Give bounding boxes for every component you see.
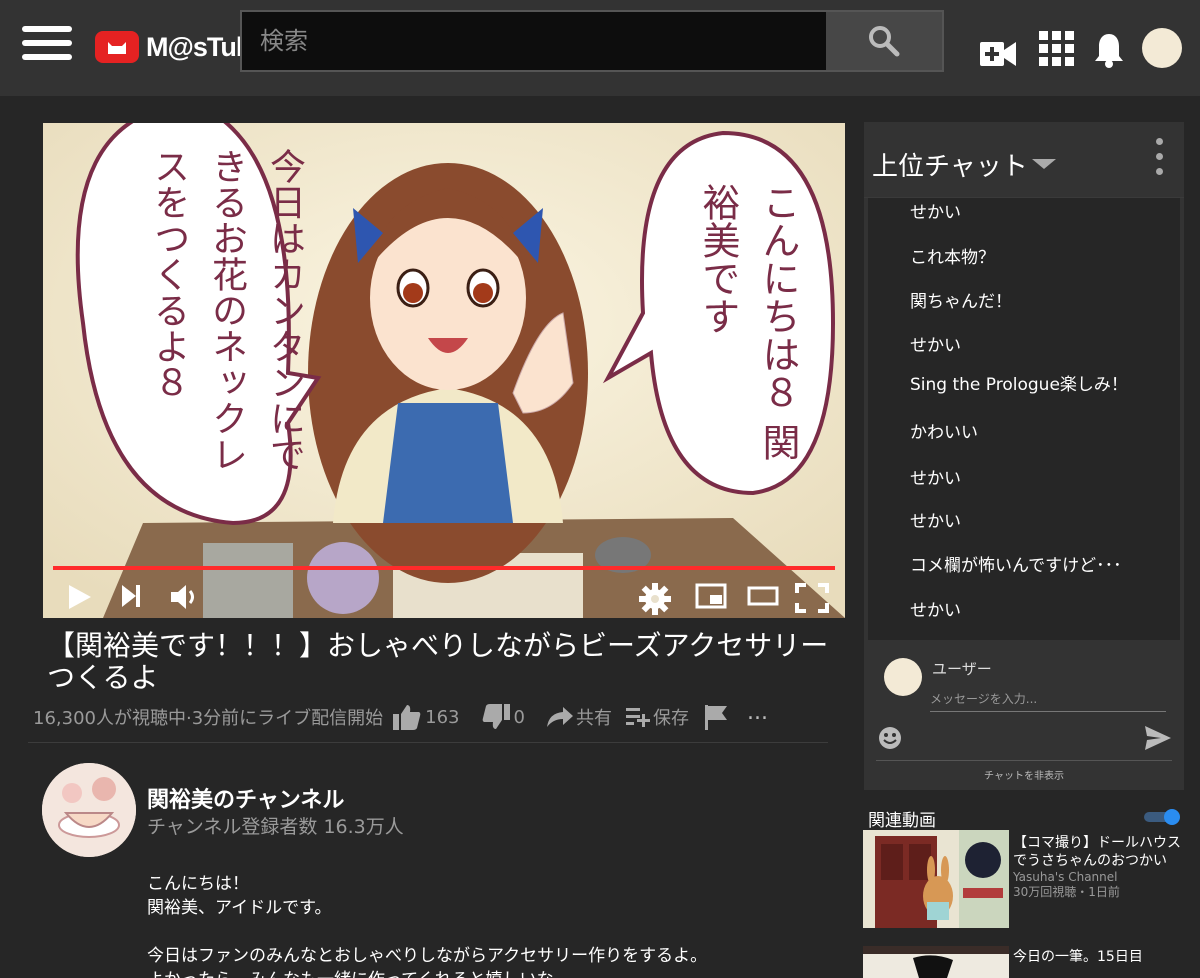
thumbs-up-icon [393,705,421,730]
channel-name[interactable]: 関裕美のチャンネル [147,782,344,814]
related-video-title: 今日の一筆。15日目 [1013,949,1143,965]
hide-chat-button[interactable]: チャットを非表示 [876,760,1172,782]
related-video-title: 【コマ撮り】ドールハウスでうさちゃんのおつかい [1013,835,1181,869]
video-progress-bar[interactable] [53,566,835,570]
more-actions-icon[interactable]: ... [747,700,768,725]
next-icon[interactable] [120,583,142,609]
chat-message: せかい [910,336,961,356]
search-icon [869,26,900,57]
share-arrow-icon [546,707,573,727]
volume-icon[interactable] [169,583,199,611]
more-vert-icon[interactable] [1156,138,1164,183]
like-count: 163 [425,706,460,728]
divider [28,742,828,743]
playlist-add-icon [625,708,650,727]
search-input[interactable] [242,12,826,70]
dislike-button[interactable]: 0 [482,704,525,730]
video-meta-row: 16,300人が視聴中·3分前にライブ配信開始 163 0 共有 保存 ... [33,700,833,732]
chat-title[interactable]: 上位チャット [872,146,1028,183]
theater-mode-icon[interactable] [747,583,779,609]
chat-message: せかい [910,469,961,489]
account-avatar[interactable] [1142,28,1182,68]
related-video-channel: Yasuha's Channel [1013,870,1118,884]
apps-grid-icon[interactable] [1039,31,1075,67]
subscriber-count: チャンネル登録者数 16.3万人 [147,816,404,838]
chat-message: これ本物？ [910,248,995,268]
share-button[interactable]: 共有 [546,704,612,730]
settings-gear-icon[interactable] [639,583,671,615]
search-button[interactable] [826,12,942,70]
chevron-down-icon[interactable] [1032,159,1056,169]
chat-message: 関ちゃんだ！ [910,292,1012,312]
video-thumbnail [863,830,1009,928]
create-video-icon[interactable] [980,38,1016,70]
logo-cat-icon [95,31,139,63]
video-thumbnail [863,946,1009,978]
video-title: 【関裕美です！！！】おしゃべりしながらビーズアクセサリーつくるよ [47,629,829,694]
chat-composer: ユーザー チャットを非表示 [864,640,1184,790]
chat-message: せかい [910,601,961,621]
description-line: 関裕美、アイドルです。 [147,898,332,918]
chat-message: かわいい [910,423,978,443]
like-button[interactable]: 163 [393,704,460,730]
related-video-item[interactable]: 今日の一筆。15日目 [863,946,1193,978]
description-line: 今日はファンのみんなとおしゃべりしながらアクセサリー作りをするよ。 [147,946,708,966]
speech-bubble-right-text: こんにちは８ 関裕美です [696,183,800,462]
save-button[interactable]: 保存 [625,704,689,730]
report-flag-icon[interactable] [703,704,729,730]
top-bar: M@sTube [0,0,1200,96]
chat-message-list[interactable]: せかい これ本物？ 関ちゃんだ！ せかい Sing the Prologue楽し… [868,198,1180,640]
save-label: 保存 [652,708,689,729]
chat-user-avatar [884,658,922,696]
autoplay-toggle[interactable] [1144,809,1180,825]
search-bar [240,10,944,72]
chat-header: 上位チャット [864,122,1184,198]
emoji-icon[interactable] [878,726,902,750]
thumbs-down-icon [482,704,510,729]
notifications-bell-icon[interactable] [1094,32,1124,68]
menu-icon[interactable] [22,26,72,64]
send-icon[interactable] [1145,726,1171,750]
chat-message: コメ欄が怖いんですけど･･･ [910,556,1122,576]
miniplayer-icon[interactable] [695,583,727,609]
chat-message: Sing the Prologue楽しみ！ [910,375,1128,395]
channel-avatar[interactable] [42,763,136,857]
chat-message: せかい [910,203,961,223]
chat-user-name: ユーザー [932,660,992,678]
speech-bubble-left-text: 今日はカンタンにできるお花のネックレスをつくるよ８ [148,148,305,472]
play-icon[interactable] [67,583,93,611]
description-line: こんにちは！ [147,874,249,894]
related-video-stats: 30万回視聴・1日前 [1013,885,1120,899]
view-count: 16,300人が視聴中·3分前にライブ配信開始 [33,708,384,729]
fullscreen-icon[interactable] [795,583,829,613]
chat-message: せかい [910,512,961,532]
dislike-count: 0 [513,706,525,728]
video-description: こんにちは！ 関裕美、アイドルです。 今日はファンのみんなとおしゃべりしながらア… [147,872,807,978]
share-label: 共有 [575,708,612,729]
related-videos-title: 関連動画 [868,811,936,831]
video-player[interactable]: 今日はカンタンにできるお花のネックレスをつくるよ８ こんにちは８ 関裕美です [43,123,845,618]
chat-message-input[interactable] [930,686,1166,712]
live-chat-panel: 上位チャット せかい これ本物？ 関ちゃんだ！ せかい Sing the Pro… [864,122,1184,790]
related-video-item[interactable]: 【コマ撮り】ドールハウスでうさちゃんのおつかい Yasuha's Channel… [863,830,1193,930]
description-line: よかったら、みんなも一緒に作ってくれると嬉しいな [147,968,807,978]
